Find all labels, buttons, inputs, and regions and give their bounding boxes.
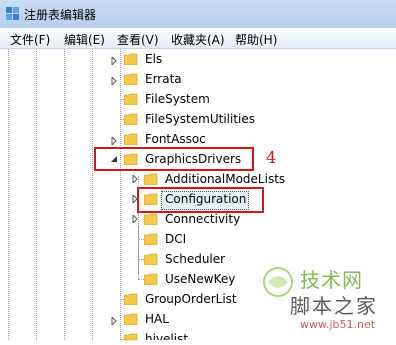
folder-icon <box>124 333 138 341</box>
expand-arrow-icon[interactable] <box>131 215 139 223</box>
folder-icon <box>124 113 138 125</box>
annotation-box-graphicsdrivers <box>94 147 254 171</box>
expand-arrow-icon[interactable] <box>110 317 118 325</box>
tree-guide-line <box>64 49 65 340</box>
tree-item-fontassoc[interactable]: FontAssoc <box>145 132 206 146</box>
tree-item-hivelist[interactable]: hivelist <box>145 332 188 340</box>
annotation-step-number: 4 <box>266 148 277 167</box>
tree-item-scheduler[interactable]: Scheduler <box>165 252 225 266</box>
menu-bar: 文件(F) 编辑(E) 查看(V) 收藏夹(A) 帮助(H) <box>0 28 396 49</box>
tree-item-additionalmodelists[interactable]: AdditionalModeLists <box>165 172 285 186</box>
annotation-box-configuration <box>137 187 264 213</box>
tree-guide-line <box>138 259 139 279</box>
tree-item-els[interactable]: Els <box>145 52 162 66</box>
watermark-text-3: www.jb51.net <box>300 318 376 331</box>
folder-icon <box>144 173 158 185</box>
tree-guide-line <box>120 49 121 340</box>
folder-icon <box>124 73 138 85</box>
folder-icon <box>144 213 158 225</box>
menu-view[interactable]: 查看(V) <box>117 31 159 48</box>
registry-editor-icon <box>6 7 19 20</box>
window-title: 注册表编辑器 <box>24 8 97 22</box>
menu-file[interactable]: 文件(F) <box>10 31 50 48</box>
folder-icon <box>124 313 138 325</box>
watermark-text-2: 脚本之家 <box>290 294 378 318</box>
folder-icon <box>124 293 138 305</box>
tree-guide-line <box>138 225 139 239</box>
menu-edit[interactable]: 编辑(E) <box>64 31 105 48</box>
title-bar: 注册表编辑器 <box>0 0 396 29</box>
menu-favorites[interactable]: 收藏夹(A) <box>171 31 225 48</box>
tree-guide-line <box>36 49 37 340</box>
folder-icon <box>144 253 158 265</box>
menu-help[interactable]: 帮助(H) <box>235 31 277 48</box>
tree-guide-line <box>8 49 9 340</box>
folder-icon <box>124 133 138 145</box>
tree-guide-line <box>138 239 139 259</box>
expand-arrow-icon[interactable] <box>110 137 118 145</box>
expand-arrow-icon[interactable] <box>110 77 118 85</box>
tree-item-dci[interactable]: DCI <box>165 232 186 246</box>
tree-item-connectivity[interactable]: Connectivity <box>165 212 240 226</box>
folder-icon <box>124 93 138 105</box>
tree-item-filesystem[interactable]: FileSystem <box>145 92 210 106</box>
expand-arrow-icon[interactable] <box>131 175 139 183</box>
tree-item-hal[interactable]: HAL <box>145 312 169 326</box>
tree-guide-line <box>92 49 93 340</box>
tree-item-grouporderlist[interactable]: GroupOrderList <box>145 292 237 306</box>
tree-item-usenewkey[interactable]: UseNewKey <box>165 272 235 286</box>
tree-item-errata[interactable]: Errata <box>145 72 182 86</box>
tree-item-filesystemutilities[interactable]: FileSystemUtilities <box>145 112 255 126</box>
folder-icon <box>144 233 158 245</box>
expand-arrow-icon[interactable] <box>110 57 118 65</box>
watermark-text-1: 技术网 <box>300 268 363 292</box>
folder-icon <box>144 273 158 285</box>
folder-icon <box>124 53 138 65</box>
